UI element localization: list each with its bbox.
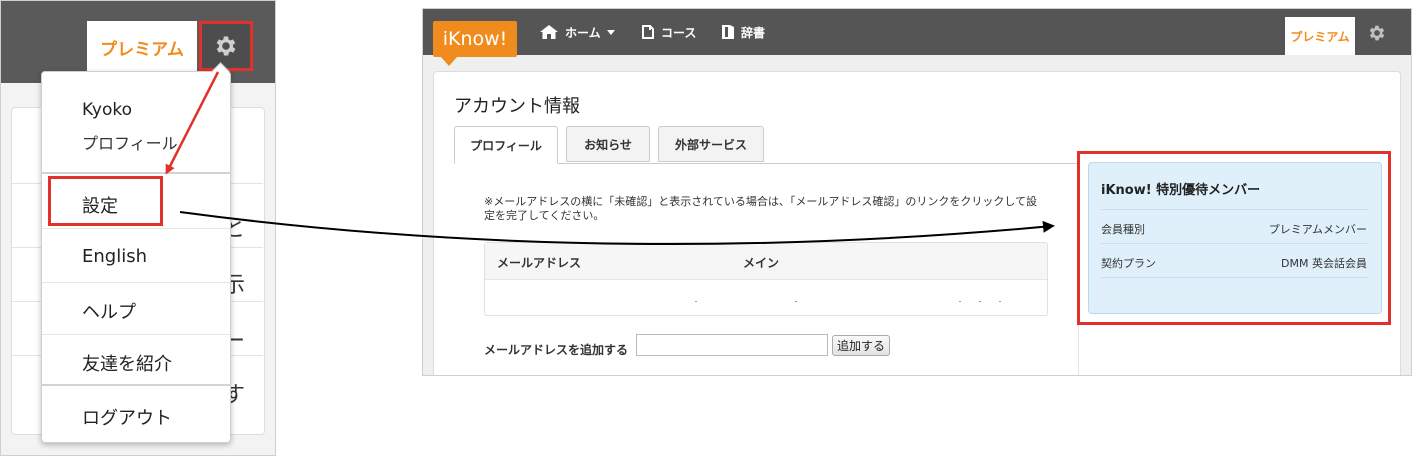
nav-home[interactable]: ホーム [539,22,623,42]
email-notice-text: ※メールアドレスの横に「未確認」と表示されている場合は、「メールアドレス確認」の… [484,195,1038,222]
menu-divider [42,172,230,174]
menu-divider [42,282,230,283]
email-table-header: メールアドレス メイン [485,243,1047,280]
table-row [695,301,697,302]
gear-icon[interactable] [1367,23,1387,43]
menu-item-help[interactable]: ヘルプ [82,298,136,324]
membership-type-value: プレミアムメンバー [1268,223,1367,236]
settings-gear-highlight[interactable] [199,21,253,71]
membership-type-label: 会員種別 [1101,223,1145,236]
nav-dictionary[interactable]: 辞書 [721,22,765,42]
settings-highlight-box [48,176,163,226]
membership-divider [1101,209,1369,210]
table-row [959,301,961,302]
tab-external-services[interactable]: 外部サービス [658,126,764,162]
membership-title: iKnow! 特別優待メンバー [1101,183,1261,198]
tab-profile[interactable]: プロフィール [454,126,558,164]
membership-divider [1101,277,1369,278]
column-header-email: メールアドレス [497,256,582,270]
tab-notifications[interactable]: お知らせ [566,126,650,162]
add-email-input[interactable] [636,334,828,356]
logo-tail [441,57,457,66]
table-row [979,301,981,302]
menu-divider [42,228,230,229]
nav-dictionary-label[interactable]: 辞書 [741,24,765,41]
contract-plan-label: 契約プラン [1101,257,1156,270]
membership-highlight-box: iKnow! 特別優待メンバー 会員種別 プレミアムメンバー 契約プラン DMM… [1077,151,1391,325]
premium-link[interactable]: プレミアム [87,21,197,73]
dictionary-icon [722,25,734,39]
menu-divider [42,384,230,386]
table-row [795,301,797,302]
menu-item-logout[interactable]: ログアウト [82,404,172,430]
course-icon [642,25,654,39]
right-screenshot: iKnow! ホーム コース 辞書 プレミアム アカウント情報 プロフィール お… [422,8,1412,376]
nav-course-label[interactable]: コース [661,24,696,41]
table-row [999,301,1001,302]
nav-home-label[interactable]: ホーム [565,24,601,41]
menu-profile-link[interactable]: プロフィール [82,130,178,154]
nav-course[interactable]: コース [641,22,696,42]
email-table: メールアドレス メイン [484,242,1048,316]
membership-panel: iKnow! 特別優待メンバー 会員種別 プレミアムメンバー 契約プラン DMM… [1088,162,1382,314]
menu-item-english[interactable]: English [82,246,147,267]
menu-user-name[interactable]: Kyoko [82,100,132,120]
left-screenshot: プレミアム と 示 ー す Kyoko プロフィール 設定 English ヘル… [0,0,276,456]
home-icon [540,25,558,39]
menu-divider [42,334,230,335]
menu-item-invite-friends[interactable]: 友達を紹介 [82,350,172,376]
column-header-main: メイン [743,256,780,270]
add-email-label: メールアドレスを追加する [484,343,629,357]
account-dropdown-menu: Kyoko プロフィール 設定 English ヘルプ 友達を紹介 ログアウト [41,62,231,443]
chevron-down-icon[interactable] [605,27,617,37]
iknow-logo[interactable]: iKnow! [433,21,517,57]
contract-plan-value: DMM 英会話会員 [1281,257,1367,270]
page-title: アカウント情報 [454,96,580,117]
premium-link[interactable]: プレミアム [1285,17,1355,55]
add-email-button[interactable]: 追加する [832,335,891,356]
membership-divider [1101,243,1369,244]
gear-icon[interactable] [213,33,239,59]
